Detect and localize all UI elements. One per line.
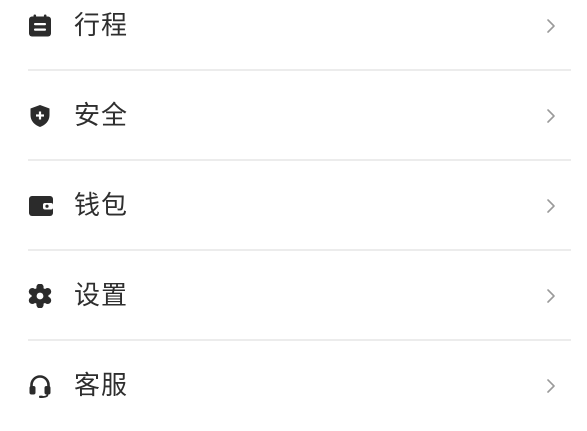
menu-item-label: 安全 — [74, 101, 129, 131]
menu-item-label: 钱包 — [74, 191, 129, 221]
chevron-right-icon — [543, 108, 559, 124]
menu-item-itinerary[interactable]: 行程 — [0, 0, 587, 71]
chevron-right-icon — [543, 18, 559, 34]
chevron-right-icon — [543, 288, 559, 304]
menu-item-label: 设置 — [74, 281, 129, 311]
settings-menu: 行程 安全 钱包 设置 客服 — [0, 0, 587, 431]
chevron-right-icon — [543, 378, 559, 394]
menu-row[interactable]: 安全 — [28, 71, 587, 161]
headset-icon — [28, 372, 56, 400]
menu-item-label: 行程 — [74, 11, 129, 41]
menu-row[interactable]: 设置 — [28, 251, 587, 341]
menu-item-wallet[interactable]: 钱包 — [0, 161, 587, 251]
menu-item-security[interactable]: 安全 — [0, 71, 587, 161]
menu-row[interactable]: 钱包 — [28, 161, 587, 251]
wallet-icon — [28, 192, 56, 220]
menu-item-customer-service[interactable]: 客服 — [0, 341, 587, 431]
menu-item-settings[interactable]: 设置 — [0, 251, 587, 341]
gear-icon — [28, 282, 56, 310]
chevron-right-icon — [543, 198, 559, 214]
menu-item-label: 客服 — [74, 371, 129, 401]
menu-row[interactable]: 行程 — [28, 0, 587, 71]
itinerary-icon — [28, 12, 56, 40]
menu-row[interactable]: 客服 — [28, 341, 587, 431]
shield-icon — [28, 102, 56, 130]
